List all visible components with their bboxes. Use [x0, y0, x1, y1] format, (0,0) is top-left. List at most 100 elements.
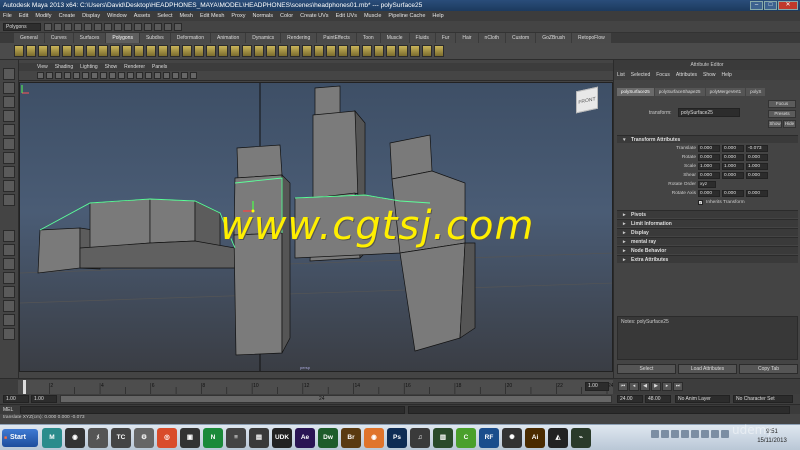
- step-back-icon[interactable]: ◂: [629, 382, 639, 391]
- shear-z-field[interactable]: 0.000: [746, 172, 768, 179]
- section-display[interactable]: Display: [617, 228, 798, 237]
- anim-layer-dropdown[interactable]: No Anim Layer: [675, 395, 730, 403]
- headband-left-mesh[interactable]: [37, 198, 236, 274]
- taskbar-app-icon[interactable]: ◭: [548, 428, 568, 448]
- menu-create-uvs[interactable]: Create UVs: [300, 11, 328, 21]
- select-object-icon[interactable]: [84, 23, 92, 31]
- paint-select-tool-icon[interactable]: [3, 96, 15, 108]
- poly-prism-icon[interactable]: [86, 45, 96, 57]
- menu-select[interactable]: Select: [157, 11, 172, 21]
- scale-tool-icon[interactable]: [3, 138, 15, 150]
- taskbar-app-icon[interactable]: UDK: [272, 428, 292, 448]
- maximize-icon[interactable]: □: [764, 1, 777, 10]
- character-set-dropdown[interactable]: No Character Set: [733, 395, 793, 403]
- render-settings-icon[interactable]: [174, 23, 182, 31]
- poly-cylinder-icon[interactable]: [38, 45, 48, 57]
- anim-start-field[interactable]: 1.00: [3, 395, 29, 403]
- extrude-icon[interactable]: [230, 45, 240, 57]
- scale-x-field[interactable]: 1.000: [698, 163, 720, 170]
- panel-menu-show[interactable]: Show: [105, 63, 118, 71]
- shelf-tab-animation[interactable]: Animation: [210, 33, 246, 43]
- taskbar-app-icon[interactable]: Ai: [525, 428, 545, 448]
- tray-network-icon[interactable]: [651, 430, 659, 438]
- taskbar-app-icon[interactable]: ◎: [157, 428, 177, 448]
- separate-icon[interactable]: [170, 45, 180, 57]
- new-scene-icon[interactable]: [44, 23, 52, 31]
- taskbar-app-icon[interactable]: ◉: [65, 428, 85, 448]
- current-time-marker[interactable]: [23, 380, 26, 394]
- taskbar-app-icon[interactable]: ≡: [226, 428, 246, 448]
- ae-menu-help[interactable]: Help: [722, 70, 732, 80]
- menu-window[interactable]: Window: [107, 11, 127, 21]
- taskbar-app-icon[interactable]: ⌁: [571, 428, 591, 448]
- save-scene-icon[interactable]: [64, 23, 72, 31]
- four-view-layout-icon[interactable]: [3, 244, 15, 256]
- shelf-tab-curves[interactable]: Curves: [44, 33, 73, 43]
- taskbar-app-icon[interactable]: Ps: [387, 428, 407, 448]
- inherits-transform-checkbox[interactable]: ✓: [698, 200, 703, 205]
- shadows-icon[interactable]: [172, 72, 179, 79]
- snap-grid-icon[interactable]: [104, 23, 112, 31]
- panel-menu-shading[interactable]: Shading: [55, 63, 73, 71]
- tray-flag-icon[interactable]: [671, 430, 679, 438]
- taskbar-app-icon[interactable]: N: [203, 428, 223, 448]
- rotate-tool-icon[interactable]: [3, 124, 15, 136]
- playback-end-field[interactable]: 24.00: [617, 395, 643, 403]
- shelf-tab-custom[interactable]: Custom: [506, 33, 536, 43]
- menu-file[interactable]: File: [3, 11, 12, 21]
- textured-icon[interactable]: [154, 72, 161, 79]
- section-mental-ray[interactable]: mental ray: [617, 237, 798, 246]
- menu-pipeline-cache[interactable]: Pipeline Cache: [388, 11, 425, 21]
- menu-edit-uvs[interactable]: Edit UVs: [336, 11, 357, 21]
- hide-button[interactable]: Hide: [783, 120, 796, 128]
- tray-update-icon[interactable]: [701, 430, 709, 438]
- taskbar-app-icon[interactable]: ▤: [249, 428, 269, 448]
- menu-modify[interactable]: Modify: [35, 11, 51, 21]
- menu-create[interactable]: Create: [59, 11, 76, 21]
- insert-edge-loop-icon[interactable]: [278, 45, 288, 57]
- poly-platonic-icon[interactable]: [146, 45, 156, 57]
- node-tab-polys[interactable]: polyS: [746, 88, 766, 96]
- menu-display[interactable]: Display: [82, 11, 100, 21]
- persp-outliner-layout-icon[interactable]: [3, 258, 15, 270]
- poly-cone-icon[interactable]: [50, 45, 60, 57]
- single-perspective-layout-icon[interactable]: [3, 230, 15, 242]
- show-manipulator-icon[interactable]: [3, 180, 15, 192]
- gate-mask-icon[interactable]: [91, 72, 98, 79]
- image-plane-icon[interactable]: [55, 72, 62, 79]
- load-attributes-button[interactable]: Load Attributes: [678, 364, 737, 374]
- xray-icon[interactable]: [181, 72, 188, 79]
- menu-assets[interactable]: Assets: [134, 11, 151, 21]
- rotate-x-field[interactable]: 0.000: [698, 154, 720, 161]
- panel-menu-view[interactable]: View: [37, 63, 48, 71]
- select-component-icon[interactable]: [94, 23, 102, 31]
- shelf-tab-painteffects[interactable]: PaintEffects: [317, 33, 356, 43]
- minimize-icon[interactable]: –: [750, 1, 763, 10]
- snap-plane-icon[interactable]: [134, 23, 142, 31]
- perspective-viewport[interactable]: FRONT www.cgtsj.com persp: [19, 82, 613, 372]
- select-button[interactable]: Select: [617, 364, 676, 374]
- smooth-shade-icon[interactable]: [136, 72, 143, 79]
- smooth-icon[interactable]: [194, 45, 204, 57]
- open-scene-icon[interactable]: [54, 23, 62, 31]
- view-cube[interactable]: FRONT: [576, 86, 598, 114]
- taskbar-app-icon[interactable]: ✺: [502, 428, 522, 448]
- menu-normals[interactable]: Normals: [252, 11, 272, 21]
- section-transform-attributes[interactable]: Transform Attributes: [617, 135, 798, 144]
- play-forwards-icon[interactable]: ▶: [651, 382, 661, 391]
- persp-graph-layout-icon[interactable]: [3, 272, 15, 284]
- combine-icon[interactable]: [158, 45, 168, 57]
- bevel-icon[interactable]: [290, 45, 300, 57]
- rotate-z-field[interactable]: 0.000: [746, 154, 768, 161]
- reduce-icon[interactable]: [338, 45, 348, 57]
- notes-panel[interactable]: Notes: polySurface25: [617, 316, 798, 360]
- camera-attributes-icon[interactable]: [37, 72, 44, 79]
- planar-map-icon[interactable]: [374, 45, 384, 57]
- snap-point-icon[interactable]: [124, 23, 132, 31]
- panel-menu-lighting[interactable]: Lighting: [80, 63, 98, 71]
- poly-soccer-icon[interactable]: [134, 45, 144, 57]
- delete-edge-icon[interactable]: [314, 45, 324, 57]
- rotate-axis-z-field[interactable]: 0.000: [746, 190, 768, 197]
- taskbar-app-icon[interactable]: ♫: [410, 428, 430, 448]
- shelf-tab-retopoflow[interactable]: RetopoFlow: [572, 33, 611, 43]
